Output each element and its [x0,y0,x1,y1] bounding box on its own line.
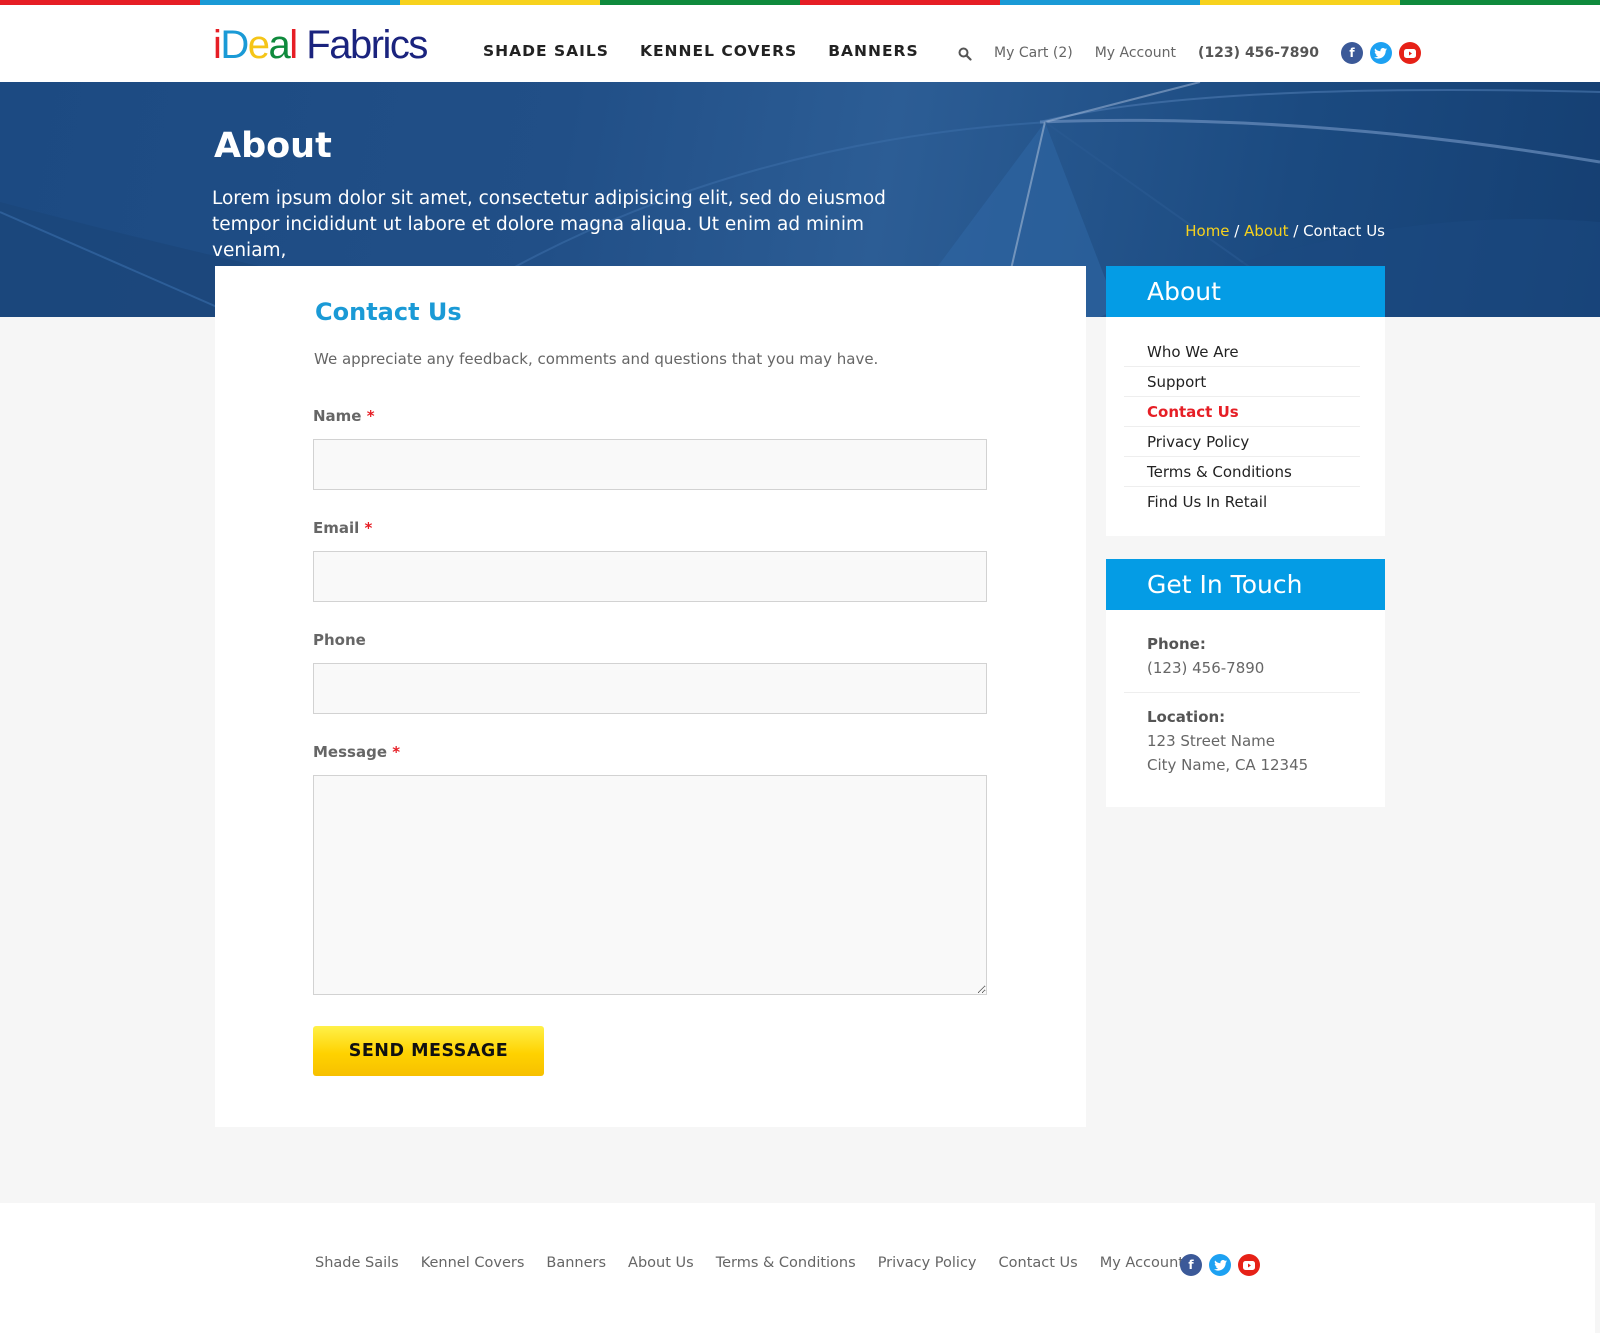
site-logo[interactable]: iDeal Fabrics [213,23,428,67]
contact-location: Location: 123 Street Name City Name, CA … [1124,705,1360,777]
main-nav: SHADE SAILS KENNEL COVERS BANNERS [483,42,919,60]
footer-link-contact-us[interactable]: Contact Us [999,1255,1078,1271]
contact-address-line2: City Name, CA 12345 [1147,756,1309,774]
header-social: f [1340,42,1421,64]
contact-address-line1: 123 Street Name [1147,732,1275,750]
about-sidebar: About Who We Are Support Contact Us Priv… [1106,266,1385,536]
contact-phone: Phone: (123) 456-7890 [1124,632,1360,680]
message-field[interactable] [313,775,987,995]
search-icon[interactable] [958,46,972,61]
breadcrumb-separator: / [1288,222,1304,240]
sidebar-item-contact-us[interactable]: Contact Us [1124,397,1360,427]
label-text: Name [313,407,362,425]
contact-location-label: Location: [1147,708,1226,726]
logo-letter: a [268,23,291,67]
cart-link[interactable]: My Cart (2) [994,45,1073,61]
account-link[interactable]: My Account [1095,45,1176,61]
contact-form-card: Contact Us We appreciate any feedback, c… [215,266,1086,1127]
footer-link-my-account[interactable]: My Account [1100,1255,1184,1271]
required-marker: * [392,743,401,761]
label-text: Message [313,743,387,761]
footer-nav: Shade Sails Kennel Covers Banners About … [315,1255,1184,1271]
footer-link-kennel-covers[interactable]: Kennel Covers [421,1255,525,1271]
logo-word: Fabrics [296,23,428,67]
logo-letter: e [247,23,270,67]
facebook-icon[interactable]: f [1340,42,1363,64]
contact-phone-label: Phone: [1147,635,1206,653]
about-sidebar-title: About [1106,266,1385,317]
youtube-icon[interactable] [1238,1254,1260,1276]
label-text: Email [313,519,360,537]
name-field[interactable] [313,439,987,490]
footer-social: f [1180,1254,1260,1276]
required-marker: * [364,519,373,537]
twitter-icon[interactable] [1209,1254,1231,1276]
sidebar-item-find-us-in-retail[interactable]: Find Us In Retail [1124,487,1360,517]
logo-letter: l [289,23,298,67]
sidebar-item-support[interactable]: Support [1124,367,1360,397]
breadcrumb-separator: / [1229,222,1245,240]
message-label: Message * [313,743,400,761]
email-label: Email * [313,519,372,537]
page-title: About [214,126,332,166]
footer-link-about-us[interactable]: About Us [628,1255,694,1271]
phone-field[interactable] [313,663,987,714]
site-footer: Shade Sails Kennel Covers Banners About … [0,1203,1595,1333]
form-title: Contact Us [315,298,462,326]
breadcrumb-about[interactable]: About [1244,222,1288,240]
nav-shade-sails[interactable]: SHADE SAILS [483,42,609,60]
required-marker: * [366,407,375,425]
nav-kennel-covers[interactable]: KENNEL COVERS [640,42,797,60]
footer-link-shade-sails[interactable]: Shade Sails [315,1255,399,1271]
label-text: Phone [313,631,366,649]
form-intro: We appreciate any feedback, comments and… [314,350,879,368]
name-label: Name * [313,407,375,425]
twitter-icon[interactable] [1369,42,1392,64]
header-utilities: My Cart (2) My Account (123) 456-7890 f [958,42,1421,64]
facebook-icon[interactable]: f [1180,1254,1202,1276]
site-header: iDeal Fabrics SHADE SAILS KENNEL COVERS … [0,5,1600,82]
footer-link-terms-conditions[interactable]: Terms & Conditions [716,1255,856,1271]
breadcrumb: Home / About / Contact Us [1185,222,1385,240]
footer-link-privacy-policy[interactable]: Privacy Policy [878,1255,977,1271]
logo-letter: D [220,23,249,67]
contact-details: Phone: (123) 456-7890 Location: 123 Stre… [1106,610,1385,797]
hero-description: Lorem ipsum dolor sit amet, consectetur … [212,188,886,261]
phone-label: Phone [313,631,366,649]
about-sidebar-menu: Who We Are Support Contact Us Privacy Po… [1106,317,1385,529]
send-message-button[interactable]: SEND MESSAGE [313,1026,544,1076]
get-in-touch-title: Get In Touch [1106,559,1385,610]
youtube-icon[interactable] [1398,42,1421,64]
breadcrumb-home[interactable]: Home [1185,222,1229,240]
get-in-touch-sidebar: Get In Touch Phone: (123) 456-7890 Locat… [1106,559,1385,807]
footer-link-banners[interactable]: Banners [546,1255,606,1271]
sidebar-item-terms-conditions[interactable]: Terms & Conditions [1124,457,1360,487]
email-field[interactable] [313,551,987,602]
divider [1124,692,1360,693]
sidebar-item-who-we-are[interactable]: Who We Are [1124,337,1360,367]
sidebar-item-privacy-policy[interactable]: Privacy Policy [1124,427,1360,457]
nav-banners[interactable]: BANNERS [828,42,918,60]
contact-phone-value: (123) 456-7890 [1147,659,1265,677]
header-phone: (123) 456-7890 [1198,45,1319,61]
breadcrumb-current: Contact Us [1303,222,1385,240]
